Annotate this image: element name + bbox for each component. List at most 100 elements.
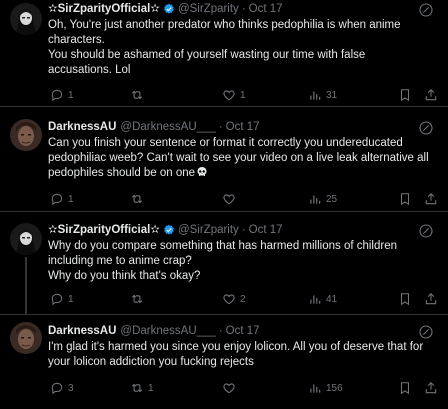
share-button[interactable] [424, 87, 438, 103]
tweet-actions: 3 1 156 [46, 380, 446, 396]
more-icon[interactable] [418, 2, 434, 18]
avatar-sirzparity[interactable] [10, 3, 42, 35]
more-icon[interactable] [418, 324, 434, 340]
tweet-text-line: accusations. Lol [48, 64, 131, 76]
like-icon [223, 383, 235, 394]
more-icon[interactable] [418, 223, 434, 239]
user-handle[interactable]: @SirZparity [178, 1, 239, 17]
share-icon [425, 89, 437, 101]
separator-dot: · [241, 224, 246, 236]
retweet-icon [131, 194, 143, 204]
retweet-button[interactable] [130, 291, 148, 307]
retweet-button[interactable]: 1 [130, 380, 154, 396]
tweet-text: Can you finish your sentence or format i… [48, 136, 440, 181]
reply-count: 3 [68, 382, 74, 394]
separator-dot: · [241, 3, 246, 15]
display-name[interactable]: ✫SirZparityOfficial✫ [48, 222, 160, 238]
retweet-icon [131, 383, 143, 393]
tweet-text: I'm glad it's harmed you since you enjoy… [48, 340, 440, 370]
bookmark-button[interactable] [398, 291, 412, 307]
view-count: 25 [326, 193, 338, 205]
tweet-header: ✫SirZparityOfficial✫ @SirZparity · Oct 1… [48, 222, 283, 238]
share-button[interactable] [424, 380, 438, 396]
display-name[interactable]: ✫SirZparityOfficial✫ [48, 1, 160, 17]
bookmark-icon [400, 382, 410, 395]
timestamp[interactable]: Oct 17 [249, 222, 283, 238]
display-name[interactable]: DarknessAU [48, 323, 116, 339]
retweet-icon [131, 294, 143, 304]
tweet-text-line: You should be ashamed of yourself wastin… [48, 49, 366, 61]
tweet-1[interactable]: ✫SirZparityOfficial✫ @SirZparity · Oct 1… [0, 0, 448, 107]
view-count: 31 [326, 89, 338, 101]
reply-count: 1 [68, 89, 74, 101]
views-button[interactable]: 156 [308, 380, 343, 396]
user-handle[interactable]: @SirZparity [178, 222, 239, 238]
retweet-icon [131, 90, 143, 100]
bookmark-button[interactable] [398, 380, 412, 396]
bookmark-button[interactable] [398, 87, 412, 103]
user-handle[interactable]: @DarknessAU___ [120, 323, 215, 339]
reply-icon [51, 382, 63, 395]
timestamp[interactable]: Oct 17 [226, 119, 260, 135]
views-icon [310, 195, 321, 204]
more-icon[interactable] [418, 120, 434, 136]
tweet-3[interactable]: ✫SirZparityOfficial✫ @SirZparity · Oct 1… [0, 212, 448, 315]
retweet-button[interactable] [130, 191, 148, 207]
bookmark-icon [400, 293, 410, 306]
reply-icon [51, 293, 63, 306]
like-icon [223, 294, 235, 305]
tweet-text-line: Why do you compare something that has ha… [48, 240, 398, 252]
like-button[interactable] [222, 380, 240, 396]
share-button[interactable] [424, 291, 438, 307]
reply-count: 1 [68, 193, 74, 205]
tweet-2[interactable]: DarknessAU @DarknessAU___ · Oct 17 Can y… [0, 107, 448, 212]
views-icon [310, 91, 321, 100]
view-count: 41 [326, 293, 338, 305]
retweet-button[interactable] [130, 87, 148, 103]
tweet-actions: 1 2 41 [46, 291, 446, 307]
skull-emoji-icon [197, 167, 207, 176]
share-icon [425, 293, 437, 305]
reply-count: 1 [68, 293, 74, 305]
like-icon [223, 90, 235, 101]
tweet-text-line: I'm glad it's harmed you since you enjoy… [48, 341, 424, 353]
views-button[interactable]: 31 [308, 87, 337, 103]
display-name[interactable]: DarknessAU [48, 119, 116, 135]
views-button[interactable]: 25 [308, 191, 337, 207]
tweet-text-line: including me to anime crap? [48, 255, 192, 267]
tweet-4[interactable]: DarknessAU @DarknessAU___ · Oct 17 I'm g… [0, 315, 448, 409]
share-button[interactable] [424, 191, 438, 207]
like-button[interactable]: 2 [222, 291, 246, 307]
avatar-sirzparity[interactable] [10, 223, 42, 255]
tweet-text: Oh, You're just another predator who thi… [48, 18, 440, 78]
timestamp[interactable]: Oct 17 [226, 323, 260, 339]
verified-badge-icon [164, 3, 174, 14]
like-button[interactable]: 1 [222, 87, 246, 103]
tweet-header: DarknessAU @DarknessAU___ · Oct 17 [48, 323, 260, 339]
like-count: 2 [240, 293, 246, 305]
bookmark-button[interactable] [398, 191, 412, 207]
views-button[interactable]: 41 [308, 291, 337, 307]
tweet-text-line: your lolicon addiction you fucking rejec… [48, 356, 254, 368]
views-icon [310, 384, 321, 393]
tweet-text-line-with-emoji: pedophiles should be on one [48, 166, 440, 181]
reply-button[interactable]: 1 [50, 291, 74, 307]
timestamp[interactable]: Oct 17 [249, 1, 283, 17]
avatar-darknessau[interactable] [10, 322, 42, 354]
retweet-count: 1 [148, 382, 154, 394]
tweet-actions: 1 1 31 [46, 87, 446, 103]
separator-dot: · [218, 121, 223, 133]
share-icon [425, 193, 437, 205]
like-button[interactable] [222, 191, 240, 207]
tweet-header: DarknessAU @DarknessAU___ · Oct 17 [48, 119, 260, 135]
verified-badge-icon [164, 224, 174, 235]
like-icon [223, 194, 235, 205]
user-handle[interactable]: @DarknessAU___ [120, 119, 215, 135]
reply-button[interactable]: 1 [50, 191, 74, 207]
separator-dot: · [218, 325, 223, 337]
reply-button[interactable]: 3 [50, 380, 74, 396]
tweet-text-line: Can you finish your sentence or format i… [48, 137, 403, 149]
avatar-darknessau[interactable] [10, 119, 42, 151]
reply-icon [51, 193, 63, 206]
reply-button[interactable]: 1 [50, 87, 74, 103]
